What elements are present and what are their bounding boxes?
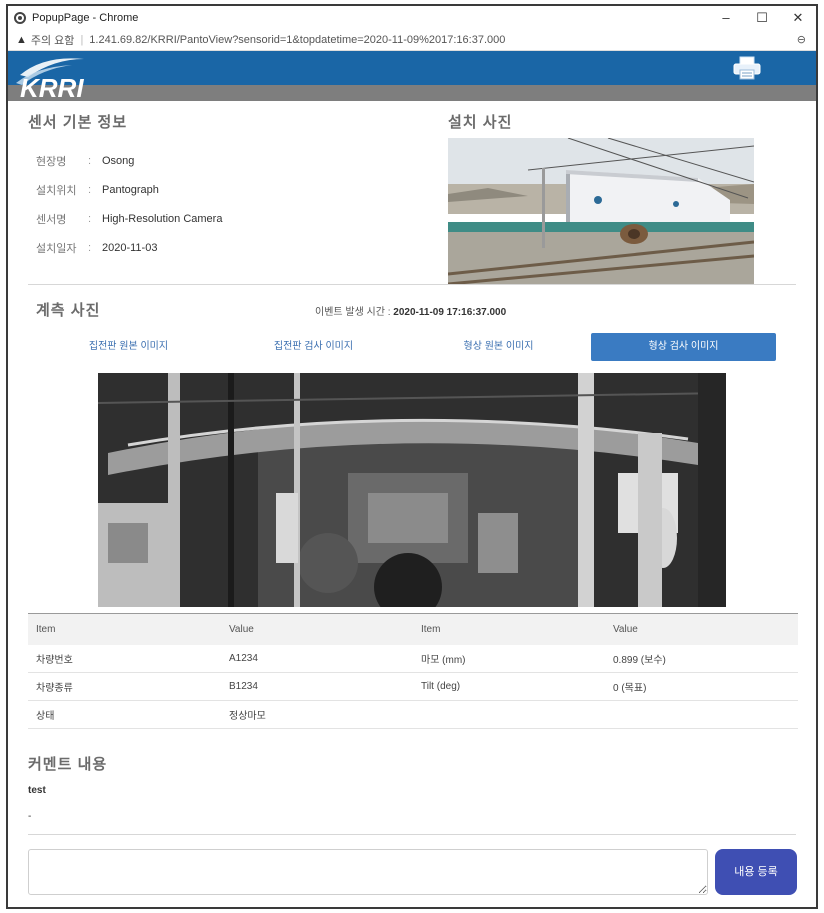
title-bar: PopupPage - Chrome – ☐ ✕: [8, 6, 816, 29]
popup-window: PopupPage - Chrome – ☐ ✕ ▲ 주의 요함 | 1.241…: [6, 4, 818, 909]
pantograph-image: [98, 373, 726, 607]
event-time-value: 2020-11-09 17:16:37.000: [393, 307, 507, 318]
info-colon: :: [88, 212, 92, 225]
table-cell: Tilt (deg): [413, 672, 605, 701]
submit-comment-button[interactable]: 내용 등록: [715, 849, 797, 895]
sensor-info-title: 센서 기본 정보: [28, 114, 128, 131]
divider-line: [28, 284, 796, 285]
chrome-icon: [14, 11, 26, 24]
window-title: PopupPage - Chrome: [32, 11, 139, 24]
event-time: 이벤트 발생 시간 : 2020-11-09 17:16:37.000: [315, 303, 506, 318]
info-value: Osong: [102, 154, 135, 167]
info-colon: :: [88, 241, 92, 254]
tab-collector-inspection[interactable]: 집전판 검사 이미지: [221, 333, 406, 361]
address-bar[interactable]: ▲ 주의 요함 | 1.241.69.82/KRRI/PantoView?sen…: [8, 29, 816, 51]
comment-text: test: [28, 785, 46, 796]
install-photo-image: [448, 138, 754, 284]
divider-line: [28, 834, 796, 835]
comment-title: 커멘트 내용: [28, 756, 108, 773]
table-header-row: Item Value Item Value: [28, 613, 798, 645]
comment-dash: -: [28, 811, 32, 822]
minimize-button[interactable]: –: [708, 10, 744, 26]
table-cell: 0 (목표): [605, 672, 798, 701]
info-row: 설치일자 : 2020-11-03: [28, 233, 428, 262]
table-cell: [605, 700, 798, 729]
measurement-table: Item Value Item Value 차량번호 A1234 마모 (mm)…: [28, 613, 798, 729]
install-photo-section: 설치 사진: [448, 111, 754, 284]
tab-collector-original[interactable]: 집전판 원본 이미지: [36, 333, 221, 361]
table-cell: 상태: [28, 700, 221, 729]
header-strip: [8, 85, 816, 101]
table-cell: B1234: [221, 672, 413, 701]
tab-shape-original[interactable]: 형상 원본 이미지: [406, 333, 591, 361]
logo-text: KRRI: [20, 73, 84, 99]
table-cell: [413, 700, 605, 729]
table-cell: 0.899 (보수): [605, 644, 798, 673]
column-header: Item: [28, 613, 221, 645]
measurement-image: [98, 373, 726, 607]
tab-shape-inspection[interactable]: 형상 검사 이미지: [591, 333, 776, 361]
comment-input[interactable]: [28, 849, 708, 895]
table-row: 차량번호 A1234 마모 (mm) 0.899 (보수): [28, 644, 798, 673]
info-colon: :: [88, 183, 92, 196]
info-label: 센서명: [36, 213, 67, 226]
divider: |: [80, 33, 84, 46]
security-label[interactable]: 주의 요함: [31, 32, 75, 48]
info-value: 2020-11-03: [102, 241, 158, 254]
window-controls: – ☐ ✕: [708, 10, 816, 26]
install-photo-title: 설치 사진: [448, 114, 513, 131]
table-cell: A1234: [221, 644, 413, 673]
measurement-title: 계측 사진: [36, 302, 101, 319]
table-row: 차량종류 B1234 Tilt (deg) 0 (목표): [28, 672, 798, 701]
table-row: 상태 정상마모: [28, 700, 798, 729]
column-header: Value: [605, 613, 798, 645]
column-header: Value: [221, 613, 413, 645]
info-row: 설치위치 : Pantograph: [28, 175, 428, 204]
info-row: 현장명 : Osong: [28, 146, 428, 175]
info-label: 설치일자: [36, 242, 77, 255]
header-banner: KRRI: [8, 51, 816, 99]
event-time-label: 이벤트 발생 시간 :: [315, 307, 391, 318]
info-value: High-Resolution Camera: [102, 212, 223, 225]
info-colon: :: [88, 154, 92, 167]
zoom-icon[interactable]: ⊖: [797, 33, 806, 46]
maximize-button[interactable]: ☐: [744, 10, 780, 26]
table-cell: 차량번호: [28, 644, 221, 673]
warning-icon[interactable]: ▲: [16, 34, 27, 46]
page-content: 센서 기본 정보 현장명 : Osong 설치위치 : Pantograph 센…: [8, 101, 816, 901]
info-label: 설치위치: [36, 184, 77, 197]
info-label: 현장명: [36, 155, 67, 168]
close-button[interactable]: ✕: [780, 10, 816, 26]
table-cell: 정상마모: [221, 700, 413, 729]
printer-icon[interactable]: [732, 56, 762, 80]
table-cell: 차량종류: [28, 672, 221, 701]
image-tabs: 집전판 원본 이미지 집전판 검사 이미지 형상 원본 이미지 형상 검사 이미…: [36, 333, 776, 361]
info-row: 센서명 : High-Resolution Camera: [28, 204, 428, 233]
krri-logo: KRRI: [16, 58, 84, 99]
column-header: Item: [413, 613, 605, 645]
table-cell: 마모 (mm): [413, 644, 605, 673]
info-value: Pantograph: [102, 183, 159, 196]
sensor-info-section: 센서 기본 정보 현장명 : Osong 설치위치 : Pantograph 센…: [28, 111, 428, 262]
url-text[interactable]: 1.241.69.82/KRRI/PantoView?sensorid=1&to…: [89, 34, 505, 46]
install-photo: [448, 138, 754, 284]
